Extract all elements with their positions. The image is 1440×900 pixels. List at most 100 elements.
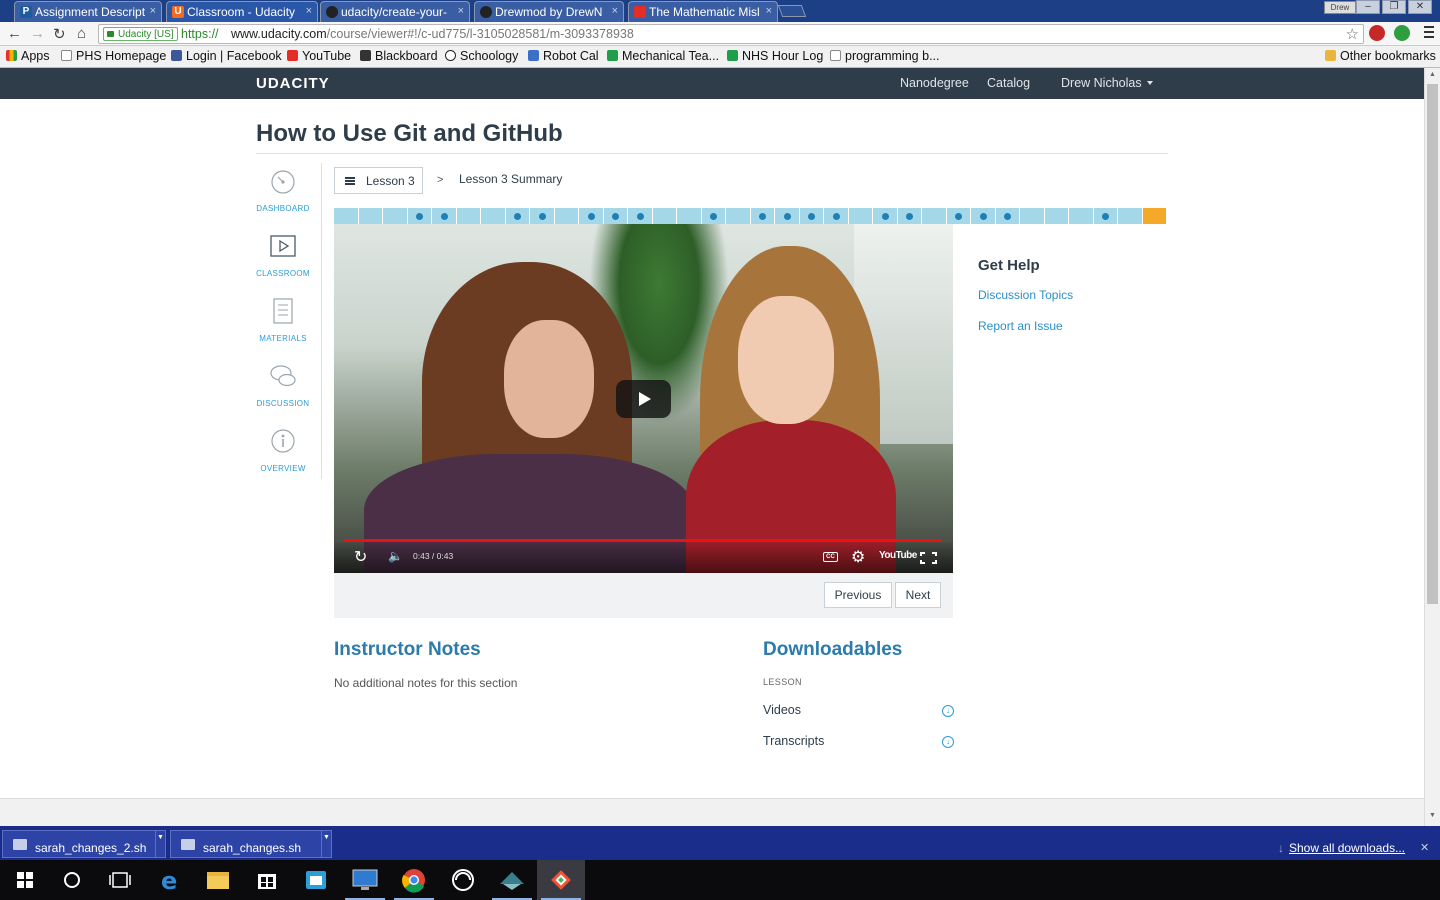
- browser-tab-active[interactable]: U Classroom - Udacity ×: [166, 1, 318, 22]
- tab-close-icon[interactable]: ×: [766, 5, 772, 17]
- profile-button[interactable]: Drew: [1324, 1, 1356, 14]
- progress-segment[interactable]: [775, 208, 800, 224]
- browser-tab[interactable]: udacity/create-your- ×: [320, 1, 470, 22]
- progress-segment[interactable]: [873, 208, 898, 224]
- progress-segment[interactable]: [701, 208, 726, 224]
- groove-icon[interactable]: [439, 860, 487, 900]
- udacity-logo[interactable]: UDACITY: [256, 75, 330, 92]
- progress-segment[interactable]: [1093, 208, 1118, 224]
- progress-segment[interactable]: [652, 208, 677, 224]
- progress-segment[interactable]: [383, 208, 408, 224]
- previous-button[interactable]: Previous: [824, 582, 892, 608]
- progress-segment[interactable]: [432, 208, 457, 224]
- download-item[interactable]: sarah_changes_2.sh ▼: [2, 830, 166, 858]
- progress-segment[interactable]: [1020, 208, 1045, 224]
- progress-segment[interactable]: [481, 208, 506, 224]
- progress-segment[interactable]: [848, 208, 873, 224]
- scrollbar-thumb[interactable]: [1427, 84, 1438, 604]
- outlook-icon[interactable]: [292, 860, 340, 900]
- scroll-up-arrow-icon[interactable]: ▲: [1429, 71, 1436, 78]
- progress-segment[interactable]: [799, 208, 824, 224]
- cortana-icon[interactable]: [48, 860, 96, 900]
- show-all-downloads-link[interactable]: Show all downloads...: [1278, 841, 1405, 855]
- vertical-scrollbar[interactable]: ▲ ▼: [1424, 68, 1440, 826]
- sidebar-item-materials[interactable]: MATERIALS: [256, 298, 310, 343]
- user-menu[interactable]: Drew Nicholas: [1061, 76, 1153, 90]
- nav-nanodegree[interactable]: Nanodegree: [900, 76, 969, 90]
- chevron-down-icon[interactable]: ▼: [321, 831, 331, 857]
- bookmark-item[interactable]: programming b...: [830, 49, 939, 63]
- start-button[interactable]: [0, 860, 48, 900]
- chrome-icon[interactable]: [390, 860, 438, 900]
- scroll-down-arrow-icon[interactable]: ▼: [1429, 812, 1436, 819]
- progress-segment-current[interactable]: [1142, 208, 1167, 224]
- bookmark-item[interactable]: Login | Facebook: [171, 49, 282, 63]
- grammarly-extension-icon[interactable]: [1394, 25, 1410, 41]
- progress-segment[interactable]: [946, 208, 971, 224]
- progress-segment[interactable]: [1069, 208, 1094, 224]
- progress-segment[interactable]: [407, 208, 432, 224]
- progress-segment[interactable]: [971, 208, 996, 224]
- download-item[interactable]: sarah_changes.sh ▼: [170, 830, 332, 858]
- discussion-topics-link[interactable]: Discussion Topics: [978, 288, 1073, 302]
- secure-ev-badge[interactable]: Udacity [US]: [103, 27, 178, 41]
- captions-button[interactable]: CC: [823, 552, 838, 562]
- bookmark-item[interactable]: NHS Hour Log: [727, 49, 823, 63]
- forward-arrow-icon[interactable]: →: [30, 25, 45, 42]
- task-view-icon[interactable]: [96, 860, 144, 900]
- bookmark-item[interactable]: Robot Cal: [528, 49, 599, 63]
- tab-close-icon[interactable]: ×: [306, 5, 312, 17]
- progress-segment[interactable]: [750, 208, 775, 224]
- youtube-logo-button[interactable]: YouTube: [879, 550, 917, 561]
- progress-segment[interactable]: [995, 208, 1020, 224]
- progress-segment[interactable]: [897, 208, 922, 224]
- browser-tab[interactable]: The Mathematic Misl ×: [628, 1, 778, 22]
- progress-segment[interactable]: [530, 208, 555, 224]
- download-transcripts-link[interactable]: Transcripts: [763, 734, 824, 748]
- store-icon[interactable]: [243, 860, 291, 900]
- sidebar-item-discussion[interactable]: DISCUSSION: [256, 363, 310, 408]
- bookmark-item[interactable]: Mechanical Tea...: [607, 49, 719, 63]
- bookmark-item[interactable]: Schoology: [445, 49, 518, 63]
- git-cola-icon[interactable]: [488, 860, 536, 900]
- video-play-button[interactable]: [616, 380, 671, 418]
- bookmark-item[interactable]: Blackboard: [360, 49, 438, 63]
- progress-segment[interactable]: [922, 208, 947, 224]
- sidebar-item-overview[interactable]: OVERVIEW: [256, 428, 310, 473]
- progress-segment[interactable]: [726, 208, 751, 224]
- bookmark-star-icon[interactable]: ☆: [1346, 25, 1359, 43]
- browser-tab[interactable]: Drewmod by DrewN ×: [474, 1, 624, 22]
- tab-close-icon[interactable]: ×: [458, 5, 464, 17]
- new-tab-button[interactable]: [777, 5, 807, 17]
- chrome-menu-icon[interactable]: [1424, 26, 1434, 38]
- progress-segment[interactable]: [358, 208, 383, 224]
- progress-segment[interactable]: [824, 208, 849, 224]
- progress-segment[interactable]: [1044, 208, 1069, 224]
- minimize-button[interactable]: –: [1356, 0, 1380, 14]
- fullscreen-icon[interactable]: [920, 552, 937, 564]
- tab-close-icon[interactable]: ×: [612, 5, 618, 17]
- reload-icon[interactable]: ↻: [53, 25, 66, 43]
- progress-segment[interactable]: [554, 208, 579, 224]
- volume-icon[interactable]: 🔈: [388, 549, 403, 563]
- nav-catalog[interactable]: Catalog: [987, 76, 1030, 90]
- back-arrow-icon[interactable]: ←: [7, 25, 22, 42]
- close-window-button[interactable]: ✕: [1408, 0, 1432, 14]
- progress-segment[interactable]: [1118, 208, 1143, 224]
- report-issue-link[interactable]: Report an Issue: [978, 319, 1063, 333]
- chevron-down-icon[interactable]: ▼: [155, 831, 165, 857]
- next-button[interactable]: Next: [895, 582, 941, 608]
- progress-segment[interactable]: [603, 208, 628, 224]
- other-bookmarks-folder[interactable]: Other bookmarks: [1325, 49, 1436, 63]
- git-gui-icon[interactable]: [537, 860, 585, 900]
- sidebar-item-classroom[interactable]: CLASSROOM: [256, 233, 310, 278]
- download-arrow-icon[interactable]: ↓: [942, 736, 954, 748]
- progress-segment[interactable]: [677, 208, 702, 224]
- browser-tab[interactable]: P Assignment Descript ×: [14, 1, 162, 22]
- edge-icon[interactable]: e: [146, 860, 194, 900]
- download-videos-link[interactable]: Videos: [763, 703, 801, 717]
- home-icon[interactable]: ⌂: [77, 25, 86, 42]
- replay-icon[interactable]: ↻: [354, 547, 367, 567]
- progress-segment[interactable]: [334, 208, 359, 224]
- progress-segment[interactable]: [505, 208, 530, 224]
